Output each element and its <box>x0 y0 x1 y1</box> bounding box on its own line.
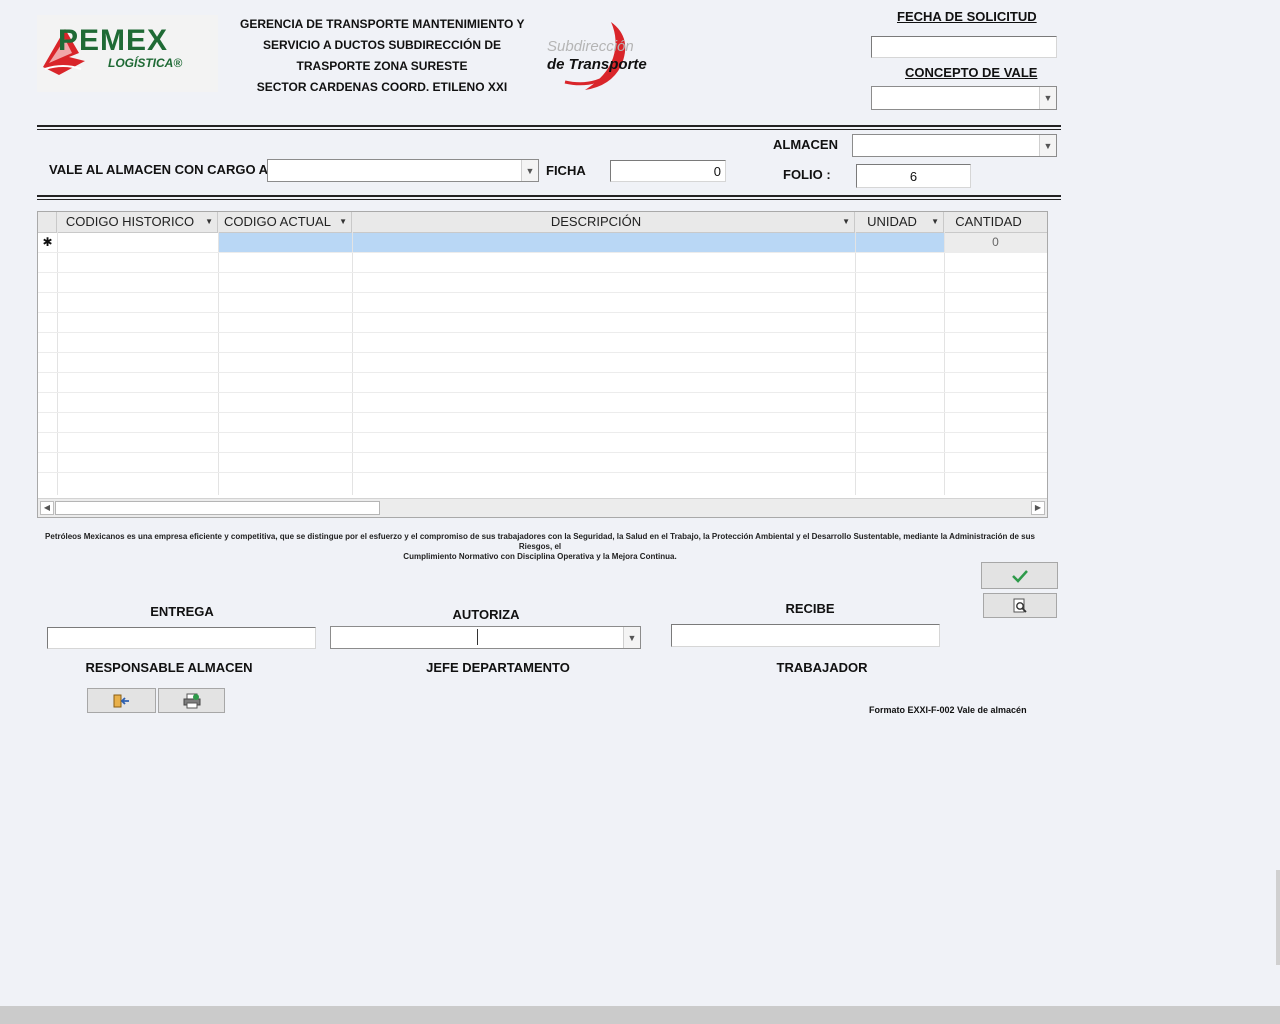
text-cursor <box>477 629 478 645</box>
sort-arrow-icon[interactable]: ▼ <box>339 212 347 232</box>
organization-header: GERENCIA DE TRANSPORTE MANTENIMIENTO Y S… <box>240 14 524 98</box>
new-row-marker: ✱ <box>38 233 57 252</box>
sort-arrow-icon[interactable]: ▼ <box>205 212 213 232</box>
col-header-codigo-historico-label: CODIGO HISTORICO <box>65 214 195 229</box>
items-grid[interactable]: CODIGO HISTORICO ▼ CODIGO ACTUAL ▼ DESCR… <box>37 211 1048 518</box>
check-icon <box>1011 569 1028 583</box>
recibe-label: RECIBE <box>785 601 835 616</box>
new-row-codigo-historico-cell[interactable] <box>57 233 218 252</box>
mission-statement: Petróleos Mexicanos es una empresa efici… <box>40 532 1040 562</box>
format-code: Formato EXXI-F-002 Vale de almacén <box>869 705 1027 715</box>
mission-line-1: Petróleos Mexicanos es una empresa efici… <box>45 532 1035 551</box>
chevron-down-icon: ▼ <box>1043 140 1053 151</box>
sub-logo-line2: de Transporte <box>547 56 647 73</box>
scroll-left-arrow-icon[interactable]: ◀ <box>40 501 54 515</box>
new-row-selected-cells[interactable] <box>218 233 944 252</box>
divider-middle <box>37 195 1061 197</box>
pemex-brand-text: PEMEX <box>58 24 169 57</box>
col-header-descripcion[interactable]: DESCRIPCIÓN ▼ <box>352 212 855 232</box>
scrollbar-thumb[interactable] <box>55 501 380 515</box>
ficha-label: FICHA <box>546 163 586 178</box>
sub-logo-line1: Subdirección <box>547 38 634 55</box>
col-header-unidad-label: UNIDAD <box>867 214 917 229</box>
col-header-cantidad-label: CANTIDAD <box>955 214 1022 229</box>
print-preview-icon <box>1013 598 1027 613</box>
subdireccion-transporte-logo: Subdirección de Transporte <box>541 18 647 92</box>
chevron-down-icon: ▼ <box>525 165 535 176</box>
entrega-label: ENTREGA <box>150 604 214 619</box>
chevron-down-icon: ▼ <box>1043 93 1053 103</box>
print-button[interactable] <box>158 688 225 713</box>
ficha-field[interactable]: 0 <box>610 160 726 182</box>
org-line-2: SERVICIO A DUCTOS SUBDIRECCIÓN DE <box>262 38 502 52</box>
col-header-cantidad[interactable]: CANTIDAD <box>944 212 1047 232</box>
autoriza-combo[interactable]: ▼ <box>330 626 641 649</box>
sort-arrow-icon[interactable]: ▼ <box>842 212 850 232</box>
almacen-combo[interactable]: ▼ <box>852 134 1057 157</box>
new-row-cantidad-cell[interactable]: 0 <box>944 233 1047 252</box>
ficha-value: 0 <box>713 164 721 179</box>
vale-cargo-combo[interactable]: ▼ <box>267 159 539 182</box>
concepto-vale-combo[interactable]: ▼ <box>871 86 1057 110</box>
fecha-solicitud-field[interactable] <box>871 36 1057 58</box>
divider-middle-thin <box>37 199 1061 200</box>
window-right-edge <box>1276 870 1280 965</box>
org-line-3: TRASPORTE ZONA SURESTE <box>296 59 468 73</box>
grid-row-divider <box>38 372 1047 373</box>
recibe-field[interactable] <box>671 624 940 647</box>
divider-top-thin <box>37 129 1061 130</box>
autoriza-dropdown-button[interactable]: ▼ <box>623 627 640 648</box>
chevron-down-icon: ▼ <box>627 632 637 643</box>
org-line-4: SECTOR CARDENAS COORD. ETILENO XXI <box>256 80 508 94</box>
folio-field[interactable]: 6 <box>856 164 971 188</box>
grid-row-divider <box>38 472 1047 473</box>
autoriza-label: AUTORIZA <box>452 607 520 622</box>
grid-header: CODIGO HISTORICO ▼ CODIGO ACTUAL ▼ DESCR… <box>38 212 1047 233</box>
scroll-right-arrow-icon[interactable]: ▶ <box>1031 501 1045 515</box>
window-bottom-bar <box>0 1006 1280 1024</box>
vale-cargo-label: VALE AL ALMACEN CON CARGO A: <box>49 162 273 177</box>
printer-icon <box>183 693 200 708</box>
exit-door-icon <box>113 694 129 707</box>
col-header-codigo-actual[interactable]: CODIGO ACTUAL ▼ <box>218 212 352 232</box>
entrega-role-label: RESPONSABLE ALMACEN <box>85 660 253 675</box>
mission-line-2: Cumplimiento Normativo con Disciplina Op… <box>403 552 677 561</box>
grid-row-divider <box>38 452 1047 453</box>
folio-label: FOLIO : <box>783 167 831 182</box>
col-header-codigo-actual-label: CODIGO ACTUAL <box>224 214 331 229</box>
concepto-vale-dropdown-button[interactable]: ▼ <box>1039 87 1056 109</box>
grid-row-divider <box>38 272 1047 273</box>
fecha-solicitud-label: FECHA DE SOLICITUD <box>897 9 1037 24</box>
divider-top <box>37 125 1061 127</box>
almacen-label: ALMACEN <box>773 137 838 152</box>
transporte-swoosh-icon <box>564 22 626 90</box>
grid-row-divider <box>38 412 1047 413</box>
concepto-vale-label: CONCEPTO DE VALE <box>905 65 1038 80</box>
grid-row-divider <box>38 292 1047 293</box>
grid-row-divider <box>38 352 1047 353</box>
grid-row-divider <box>38 392 1047 393</box>
grid-row-divider <box>38 432 1047 433</box>
sort-arrow-icon[interactable]: ▼ <box>931 212 939 232</box>
col-header-unidad[interactable]: UNIDAD ▼ <box>855 212 944 232</box>
grid-select-all-corner[interactable] <box>38 212 57 232</box>
confirm-button[interactable] <box>981 562 1058 589</box>
grid-horizontal-scrollbar[interactable]: ◀ ▶ <box>38 498 1047 517</box>
col-header-descripcion-label: DESCRIPCIÓN <box>550 214 642 229</box>
grid-row-divider <box>38 252 1047 253</box>
org-line-1: GERENCIA DE TRANSPORTE MANTENIMIENTO Y <box>240 17 525 31</box>
exit-button[interactable] <box>87 688 156 713</box>
recibe-role-label: TRABAJADOR <box>776 660 868 675</box>
vale-cargo-dropdown-button[interactable]: ▼ <box>521 160 538 181</box>
almacen-dropdown-button[interactable]: ▼ <box>1039 135 1056 156</box>
grid-row-divider <box>38 312 1047 313</box>
entrega-field[interactable] <box>47 627 316 649</box>
folio-value: 6 <box>909 169 918 184</box>
logistica-brand-text: LOGÍSTICA® <box>108 56 183 70</box>
grid-row-divider <box>38 332 1047 333</box>
print-preview-button[interactable] <box>983 593 1057 618</box>
col-header-codigo-historico[interactable]: CODIGO HISTORICO ▼ <box>57 212 218 232</box>
autoriza-role-label: JEFE DEPARTAMENTO <box>426 660 570 675</box>
